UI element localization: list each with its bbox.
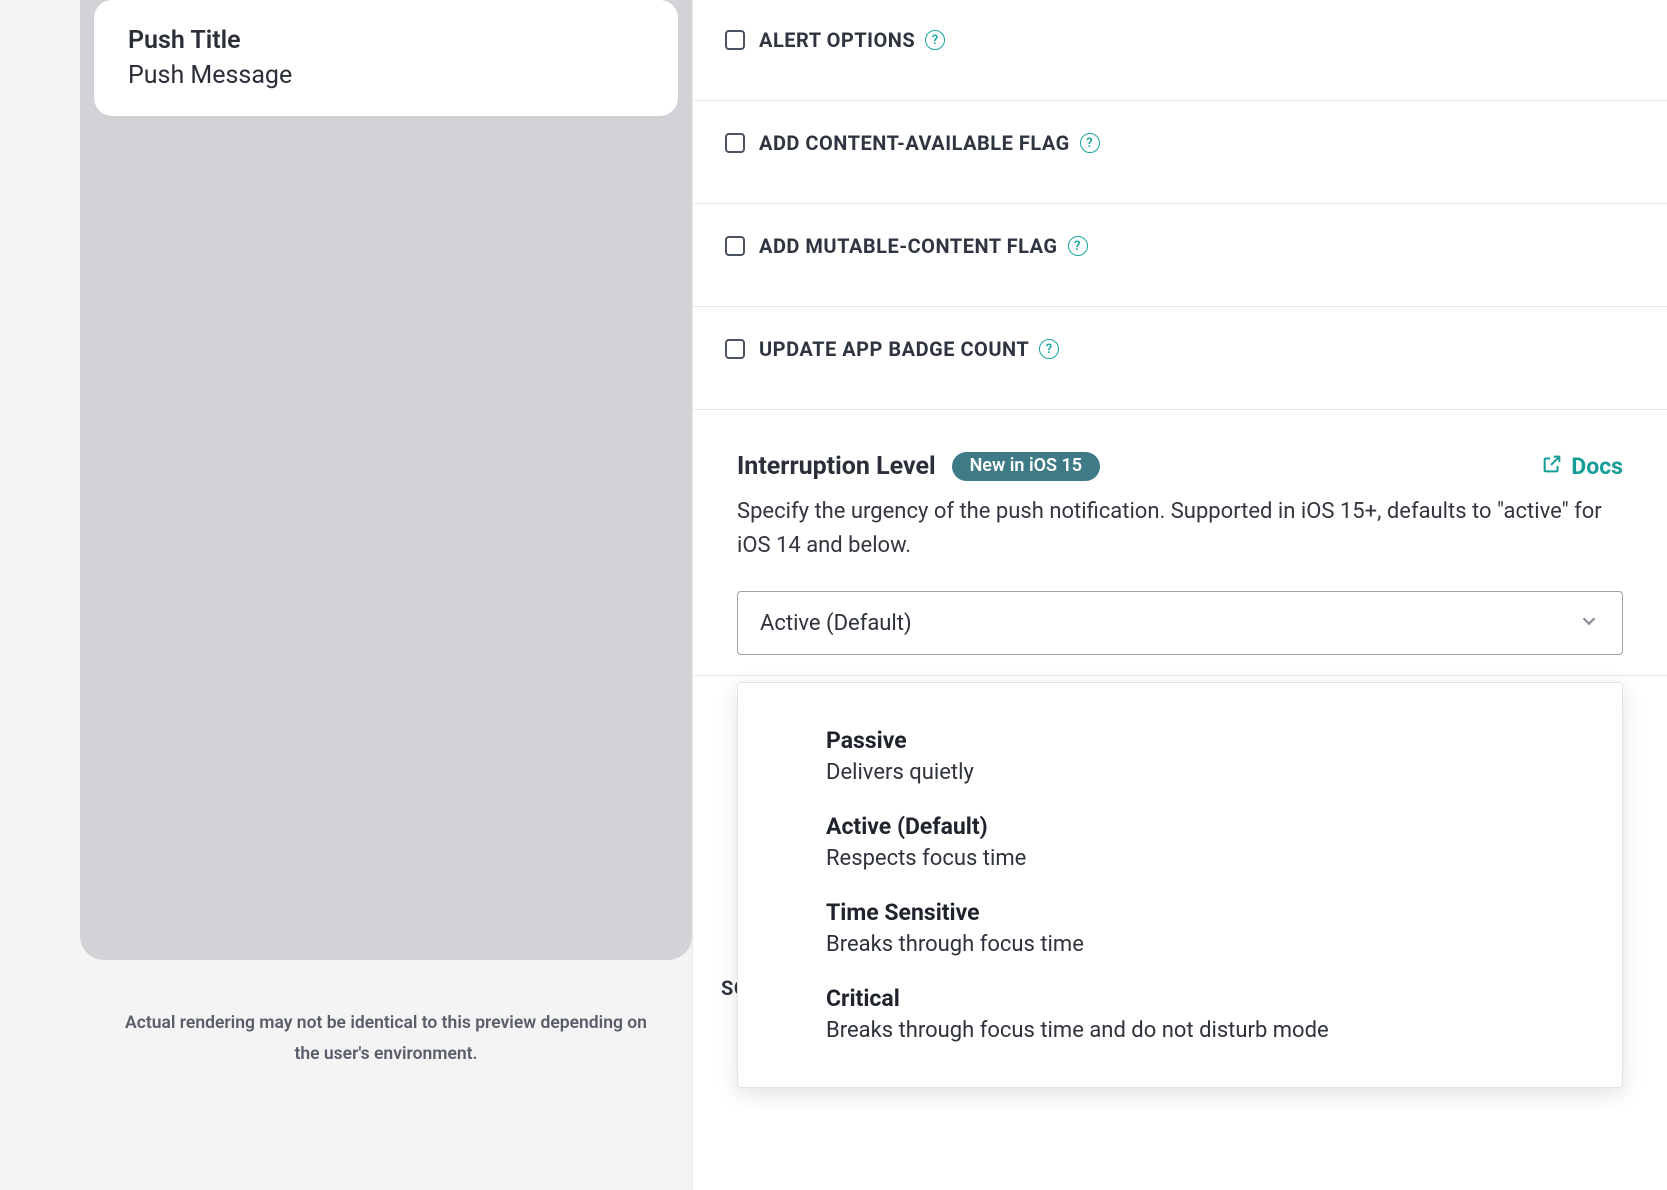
- push-title-text: Push Title: [128, 26, 644, 55]
- dropdown-option-passive[interactable]: Passive Delivers quietly: [738, 713, 1622, 799]
- push-preview-phone: Push Title Push Message: [80, 0, 692, 960]
- dropdown-option-critical[interactable]: Critical Breaks through focus time and d…: [738, 971, 1622, 1057]
- chevron-down-icon: [1578, 610, 1600, 636]
- alert-options-label: ALERT OPTIONS: [759, 28, 915, 52]
- interruption-level-dropdown: Passive Delivers quietly Active (Default…: [737, 682, 1623, 1088]
- content-available-label: ADD CONTENT-AVAILABLE FLAG: [759, 131, 1070, 155]
- option-content-available: ADD CONTENT-AVAILABLE FLAG ?: [693, 101, 1667, 204]
- preview-disclaimer: Actual rendering may not be identical to…: [80, 960, 692, 1069]
- docs-link-label: Docs: [1571, 453, 1623, 480]
- option-alert-options: ALERT OPTIONS ?: [693, 0, 1667, 101]
- dropdown-option-active[interactable]: Active (Default) Respects focus time: [738, 799, 1622, 885]
- push-message-text: Push Message: [128, 61, 644, 90]
- mutable-content-checkbox[interactable]: [725, 236, 745, 256]
- update-badge-checkbox[interactable]: [725, 339, 745, 359]
- push-notification-preview: Push Title Push Message: [94, 0, 678, 116]
- external-link-icon: [1541, 453, 1563, 481]
- alert-options-checkbox[interactable]: [725, 30, 745, 50]
- interruption-level-selected: Active (Default): [760, 611, 912, 636]
- interruption-level-description: Specify the urgency of the push notifica…: [737, 495, 1623, 563]
- option-update-badge: UPDATE APP BADGE COUNT ?: [693, 307, 1667, 410]
- new-ios15-badge: New in iOS 15: [952, 452, 1101, 481]
- settings-panel: ALERT OPTIONS ? ADD CONTENT-AVAILABLE FL…: [692, 0, 1667, 1190]
- update-badge-label: UPDATE APP BADGE COUNT: [759, 337, 1029, 361]
- interruption-level-select[interactable]: Active (Default): [737, 591, 1623, 655]
- help-icon[interactable]: ?: [1039, 339, 1059, 359]
- help-icon[interactable]: ?: [1080, 133, 1100, 153]
- interruption-level-title: Interruption Level: [737, 452, 936, 481]
- interruption-level-section: Interruption Level New in iOS 15 Docs Sp…: [693, 410, 1667, 676]
- content-available-checkbox[interactable]: [725, 133, 745, 153]
- docs-link[interactable]: Docs: [1541, 453, 1623, 481]
- option-mutable-content: ADD MUTABLE-CONTENT FLAG ?: [693, 204, 1667, 307]
- help-icon[interactable]: ?: [925, 30, 945, 50]
- dropdown-option-time-sensitive[interactable]: Time Sensitive Breaks through focus time: [738, 885, 1622, 971]
- help-icon[interactable]: ?: [1068, 236, 1088, 256]
- mutable-content-label: ADD MUTABLE-CONTENT FLAG: [759, 234, 1058, 258]
